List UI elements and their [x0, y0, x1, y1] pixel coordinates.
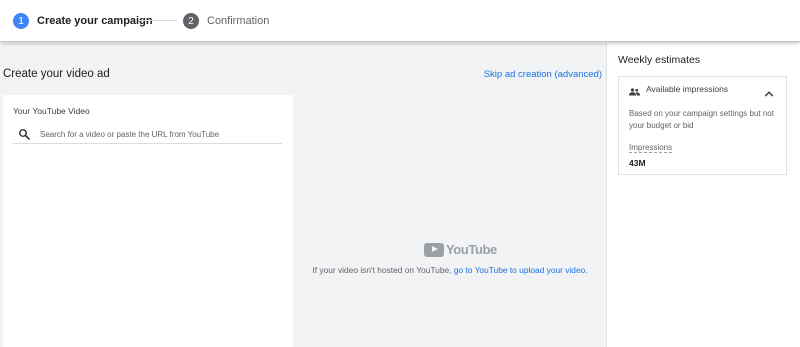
search-icon: [16, 126, 32, 142]
youtube-logo: YouTube: [424, 242, 497, 257]
weekly-estimates-panel: Weekly estimates Available impressions B…: [606, 43, 800, 347]
page-title: Create your video ad: [3, 68, 110, 80]
step-connector: [139, 20, 177, 21]
youtube-play-icon: [424, 242, 444, 257]
video-search-field[interactable]: [13, 125, 282, 144]
impressions-card: Available impressions Based on your camp…: [618, 76, 787, 175]
main-content: Create your video ad Skip ad creation (a…: [0, 43, 606, 347]
panel-title: Weekly estimates: [618, 54, 701, 66]
video-search-input[interactable]: [40, 129, 270, 139]
impressions-card-header[interactable]: Available impressions: [619, 77, 786, 101]
upload-to-youtube-link[interactable]: go to YouTube to upload your video.: [454, 265, 588, 275]
chevron-up-icon[interactable]: [764, 85, 774, 97]
impressions-metric-label[interactable]: Impressions: [629, 143, 673, 153]
impressions-description: Based on your campaign settings but not …: [629, 109, 774, 130]
skip-ad-creation-link[interactable]: Skip ad creation (advanced): [484, 69, 602, 80]
campaign-stepper: 1 Create your campaign 2 Confirmation: [0, 0, 800, 42]
step-confirmation[interactable]: 2 Confirmation: [183, 12, 269, 30]
video-card-label: Your YouTube Video: [13, 106, 90, 116]
people-icon: [629, 84, 640, 96]
preview-message: If your video isn't hosted on YouTube, g…: [294, 265, 606, 275]
step-create-campaign[interactable]: 1 Create your campaign: [13, 12, 153, 30]
youtube-video-card: Your YouTube Video: [3, 95, 293, 347]
youtube-logo-text: YouTube: [446, 242, 497, 257]
step-number-badge: 2: [183, 13, 199, 29]
step-number-badge: 1: [13, 13, 29, 29]
impressions-card-title: Available impressions: [646, 84, 729, 94]
preview-message-text: If your video isn't hosted on YouTube,: [312, 265, 452, 275]
impressions-metric-value: 43M: [629, 158, 646, 168]
step-label: Confirmation: [207, 15, 270, 27]
step-label: Create your campaign: [37, 15, 153, 27]
video-preview-area: YouTube If your video isn't hosted on Yo…: [294, 95, 606, 347]
